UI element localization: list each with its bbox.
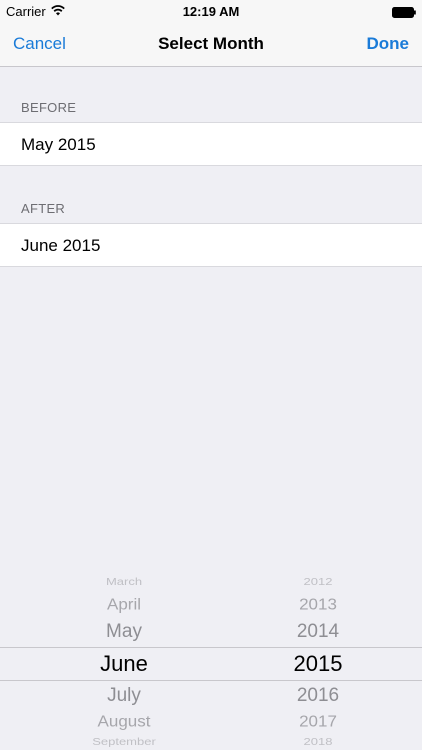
navigation-bar: Cancel Select Month Done (0, 22, 422, 67)
before-month-value: May 2015 (21, 135, 96, 154)
picker-year-row[interactable]: 2016 (258, 685, 378, 707)
page-title: Select Month (158, 34, 264, 53)
battery-icon (392, 6, 416, 18)
picker-month-row[interactable]: March (64, 576, 184, 587)
before-month-cell[interactable]: May 2015 (0, 122, 422, 166)
picker-month-row-selected[interactable]: June (64, 651, 184, 677)
status-bar: Carrier 12:19 AM (0, 0, 422, 22)
month-year-picker[interactable]: March April May June July August Septemb… (0, 570, 422, 750)
picker-year-row[interactable]: 2012 (258, 576, 378, 587)
status-time: 12:19 AM (182, 4, 240, 19)
done-button[interactable]: Done (367, 22, 410, 66)
after-month-value: June 2015 (21, 236, 101, 255)
picker-year-row-selected[interactable]: 2015 (258, 651, 378, 677)
picker-year-row[interactable]: 2013 (258, 596, 378, 614)
picker-year-row[interactable]: 2014 (258, 621, 378, 643)
picker-month-row[interactable]: April (64, 596, 184, 614)
after-month-cell[interactable]: June 2015 (0, 223, 422, 267)
picker-month-row[interactable]: September (64, 736, 184, 747)
picker-year-row[interactable]: 2017 (258, 713, 378, 731)
picker-month-row[interactable]: August (64, 713, 184, 731)
before-section-header: BEFORE (21, 100, 77, 115)
picker-month-row[interactable]: May (64, 621, 184, 643)
picker-month-row[interactable]: July (64, 685, 184, 707)
after-section-header: AFTER (21, 201, 66, 216)
picker-year-row[interactable]: 2018 (258, 736, 378, 747)
